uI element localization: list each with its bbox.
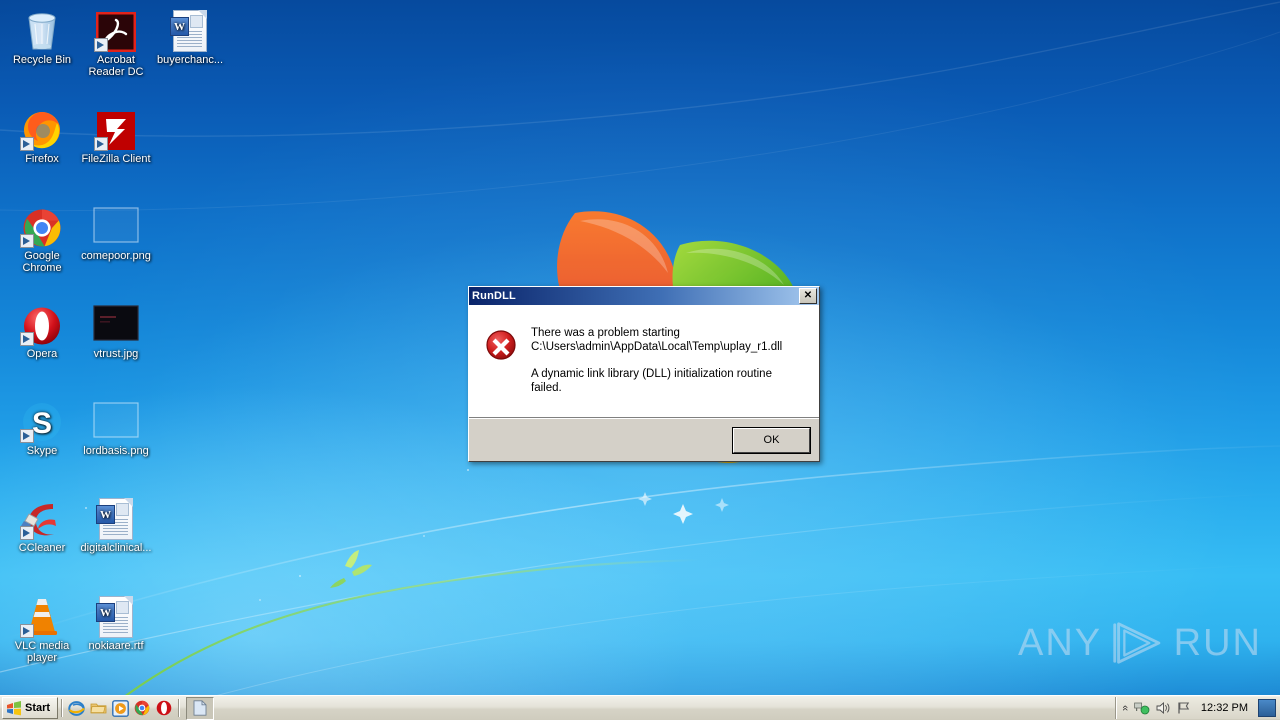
desktop-icon[interactable]: W buyerchanc... bbox=[152, 6, 228, 66]
network-icon[interactable] bbox=[1134, 701, 1150, 715]
quicklaunch-windows-media-player[interactable] bbox=[109, 698, 131, 718]
dialog-title: RunDLL bbox=[472, 290, 516, 302]
show-desktop-button[interactable] bbox=[1258, 699, 1276, 717]
desktop-icon-label: Skype bbox=[26, 445, 58, 457]
shortcut-overlay-icon bbox=[94, 137, 108, 151]
desktop-icon-label: VLC media player bbox=[14, 640, 70, 664]
desktop-icon[interactable]: comepoor.png bbox=[78, 202, 154, 262]
desktop-icon[interactable]: CCleaner bbox=[4, 494, 80, 554]
desktop-icon[interactable]: Opera bbox=[4, 300, 80, 360]
desktop-icon[interactable]: vtrust.jpg bbox=[78, 300, 154, 360]
desktop-icon[interactable]: Acrobat Reader DC bbox=[78, 6, 154, 78]
desktop-icon[interactable]: S Skype bbox=[4, 397, 80, 457]
desktop-icon-label: Acrobat Reader DC bbox=[88, 54, 144, 78]
desktop-icon-label: Opera bbox=[26, 348, 58, 360]
shortcut-overlay-icon bbox=[20, 332, 34, 346]
desktop-icon-label: CCleaner bbox=[18, 542, 66, 554]
close-icon[interactable]: ✕ bbox=[799, 288, 817, 304]
desktop-icon-label: nokiaare.rtf bbox=[88, 640, 144, 652]
desktop-icon[interactable]: VLC media player bbox=[4, 592, 80, 664]
windows-media-player-icon bbox=[111, 699, 129, 717]
vlc-icon bbox=[4, 592, 80, 638]
taskbar: Start « 12:32 PM bbox=[0, 695, 1280, 720]
dialog-message-line2: C:\Users\admin\AppData\Local\Temp\uplay_… bbox=[531, 340, 783, 353]
dialog-titlebar[interactable]: RunDLL ✕ bbox=[469, 287, 819, 305]
desktop-icon-label: FileZilla Client bbox=[81, 153, 151, 165]
taskbar-task-document-window[interactable] bbox=[186, 696, 215, 720]
dialog-message-line1: There was a problem starting bbox=[531, 327, 680, 339]
opera-icon bbox=[4, 300, 80, 346]
filezilla-icon bbox=[78, 105, 154, 151]
system-tray: « 12:32 PM bbox=[1114, 697, 1280, 719]
taskbar-clock[interactable]: 12:32 PM bbox=[1197, 702, 1252, 714]
firefox-icon bbox=[4, 105, 80, 151]
desktop-icon-label: lordbasis.png bbox=[83, 445, 149, 457]
word-doc-icon: W bbox=[152, 6, 228, 52]
desktop-icon-label: Recycle Bin bbox=[12, 54, 72, 66]
dialog-message-line3: A dynamic link library (DLL) initializat… bbox=[531, 368, 772, 394]
skype-icon: S bbox=[4, 397, 80, 443]
shortcut-overlay-icon bbox=[20, 624, 34, 638]
windows-desktop: ANY RUN Recycle Bin Acrobat Reader DC W … bbox=[0, 0, 1280, 720]
quicklaunch-google-chrome[interactable] bbox=[131, 698, 153, 718]
desktop-icon[interactable]: Recycle Bin bbox=[4, 6, 80, 66]
word-doc-icon: W bbox=[78, 592, 154, 638]
quicklaunch-windows-explorer[interactable] bbox=[87, 698, 109, 718]
desktop-icon[interactable]: Google Chrome bbox=[4, 202, 80, 274]
start-button-label: Start bbox=[25, 702, 51, 714]
desktop-icon-label: comepoor.png bbox=[81, 250, 151, 262]
document-icon bbox=[193, 700, 207, 716]
desktop-icon-label: Firefox bbox=[25, 153, 59, 165]
quicklaunch-internet-explorer[interactable] bbox=[65, 698, 87, 718]
taskbar-divider-2 bbox=[178, 699, 180, 717]
windows-explorer-icon bbox=[90, 703, 106, 714]
image-png-icon bbox=[78, 397, 154, 443]
desktop-icon-label: digitalclinical... bbox=[80, 542, 152, 554]
word-doc-icon: W bbox=[78, 494, 154, 540]
taskbar-divider bbox=[61, 699, 63, 717]
shortcut-overlay-icon bbox=[20, 429, 34, 443]
desktop-icon[interactable]: W digitalclinical... bbox=[78, 494, 154, 554]
internet-explorer-icon bbox=[67, 700, 85, 716]
desktop-icon[interactable]: FileZilla Client bbox=[78, 105, 154, 165]
google-chrome-icon bbox=[134, 700, 150, 716]
desktop-icon[interactable]: W nokiaare.rtf bbox=[78, 592, 154, 652]
opera-icon bbox=[156, 700, 172, 716]
error-icon bbox=[485, 327, 517, 395]
desktop-icon[interactable]: lordbasis.png bbox=[78, 397, 154, 457]
rundll-error-dialog[interactable]: RunDLL ✕ There was a problem starting C:… bbox=[468, 286, 820, 462]
recycle-bin-icon bbox=[4, 6, 80, 52]
shortcut-overlay-icon bbox=[20, 526, 34, 540]
quicklaunch-opera[interactable] bbox=[153, 698, 175, 718]
shortcut-overlay-icon bbox=[20, 234, 34, 248]
desktop-icon-label: Google Chrome bbox=[22, 250, 62, 274]
ok-button[interactable]: OK bbox=[732, 426, 811, 454]
chrome-icon bbox=[4, 202, 80, 248]
image-dark-jpg-icon bbox=[78, 300, 154, 346]
image-png-icon bbox=[78, 202, 154, 248]
desktop-icon-label: vtrust.jpg bbox=[93, 348, 139, 360]
action-center-flag-icon[interactable] bbox=[1177, 701, 1191, 715]
tray-chevron-icon[interactable]: « bbox=[1119, 705, 1131, 711]
shortcut-overlay-icon bbox=[20, 137, 34, 151]
dialog-footer: OK bbox=[469, 418, 819, 461]
shortcut-overlay-icon bbox=[94, 38, 108, 52]
ccleaner-icon bbox=[4, 494, 80, 540]
dialog-body: There was a problem starting C:\Users\ad… bbox=[469, 305, 819, 418]
svg-text:S: S bbox=[32, 407, 52, 440]
windows-flag-icon bbox=[7, 700, 21, 715]
volume-icon[interactable] bbox=[1156, 701, 1171, 715]
acrobat-icon bbox=[78, 6, 154, 52]
desktop-icon[interactable]: Firefox bbox=[4, 105, 80, 165]
dialog-message: There was a problem starting C:\Users\ad… bbox=[531, 327, 805, 395]
start-button[interactable]: Start bbox=[2, 697, 59, 719]
desktop-icon-label: buyerchanc... bbox=[156, 54, 224, 66]
